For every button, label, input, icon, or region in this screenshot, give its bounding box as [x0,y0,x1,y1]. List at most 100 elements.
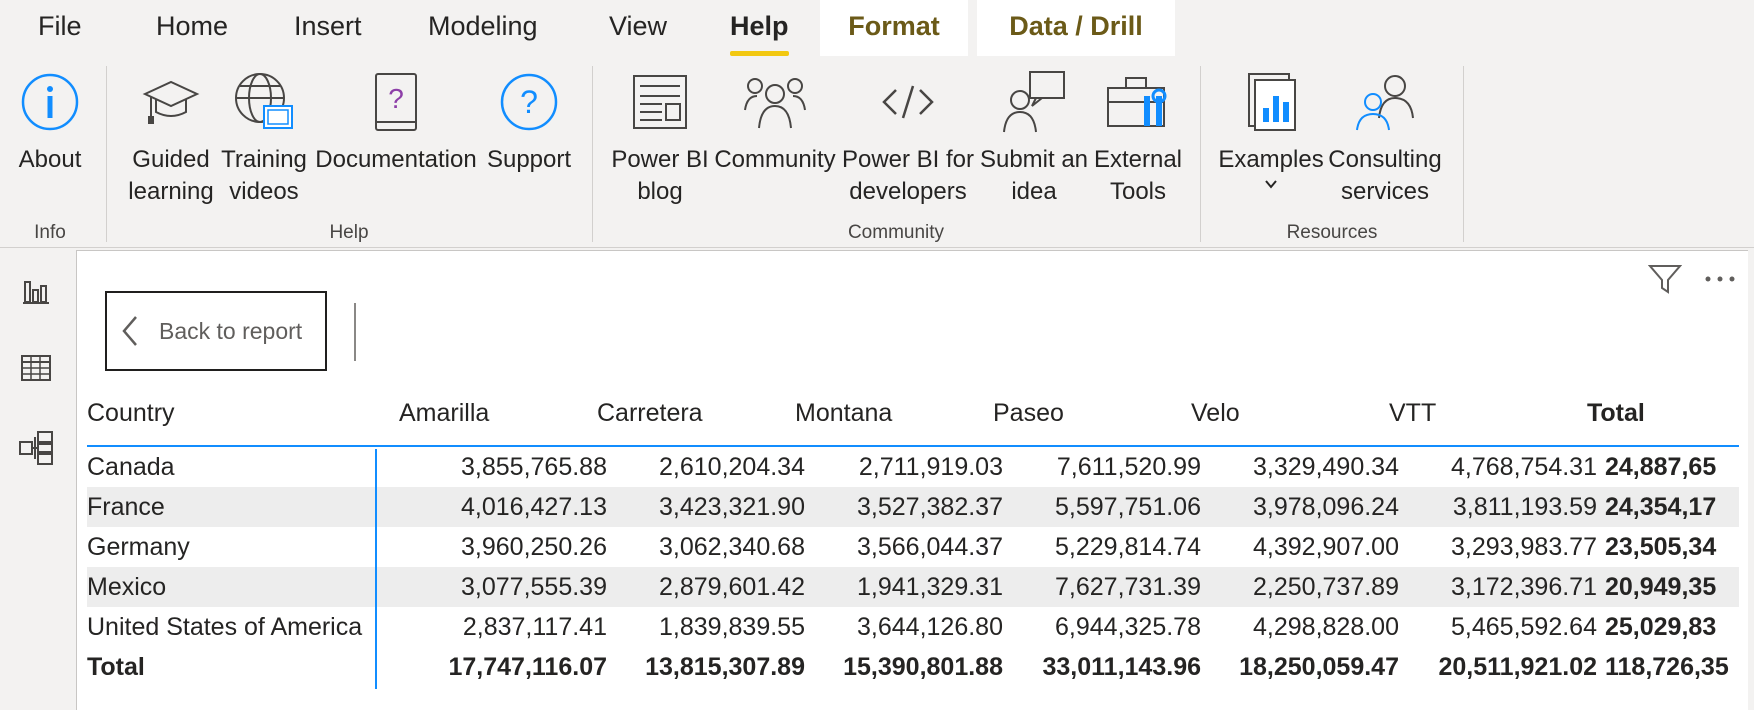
ribbon: About Guided learning Training videos ? … [0,56,1754,248]
about-button[interactable]: About [10,70,90,176]
info-icon [18,70,82,134]
row-header-country: France [87,493,165,521]
power-bi-developers-button[interactable]: Power BI for developers [838,70,978,208]
back-to-report-button[interactable]: Back to report [105,291,327,371]
tab-data-drill[interactable]: Data / Drill [977,0,1175,56]
tab-file[interactable]: File [38,0,82,56]
guided-learning-button[interactable]: Guided learning [124,70,218,208]
row-header-divider [375,449,377,689]
value-cell: 3,293,983.77 [1451,533,1597,561]
column-total-cell: 20,511,921.02 [1438,653,1598,681]
row-total-cell: 24,354,17 [1605,493,1717,521]
value-cell: 5,465,592.64 [1451,613,1597,641]
matrix-row[interactable]: Mexico 3,077,555.39 2,879,601.42 1,941,329.… [87,567,1739,607]
model-view-icon[interactable] [16,428,56,468]
value-cell: 3,855,765.88 [461,453,607,481]
column-header-country[interactable]: Country [87,381,175,445]
data-view-icon[interactable] [16,348,56,388]
row-header-country: Canada [87,453,175,481]
submit-idea-button[interactable]: Submit an idea [978,70,1090,208]
value-cell: 3,423,321.90 [659,493,805,521]
tab-format[interactable]: Format [820,0,968,56]
value-cell: 3,329,490.34 [1253,453,1399,481]
value-cell: 7,627,731.39 [1055,573,1201,601]
examples-button[interactable]: Examples [1214,70,1328,200]
value-cell: 1,941,329.31 [857,573,1003,601]
report-view-icon[interactable] [16,270,56,310]
group-label-info: Info [34,222,66,243]
power-bi-developers-label: Power BI for developers [841,146,975,205]
row-total-cell: 20,949,35 [1605,573,1717,601]
tab-home[interactable]: Home [156,0,228,56]
matrix-row[interactable]: Germany 3,960,250.26 3,062,340.68 3,566,044… [87,527,1739,567]
tab-modeling[interactable]: Modeling [428,0,538,56]
value-cell: 7,611,520.99 [1056,453,1201,481]
graduation-cap-icon [139,70,203,134]
more-options-icon[interactable] [1702,267,1738,291]
consulting-services-button[interactable]: Consulting services [1326,70,1444,208]
row-total-cell: 25,029,83 [1605,613,1717,641]
column-total-cell: 17,747,116.07 [448,653,608,681]
consulting-services-label: Consulting services [1328,146,1442,205]
submit-idea-label: Submit an idea [979,146,1089,205]
value-cell: 3,566,044.37 [857,533,1003,561]
group-separator [106,66,107,242]
tab-view[interactable]: View [609,0,667,56]
report-pages-icon [1239,70,1303,134]
value-cell: 2,837,117.41 [462,613,607,641]
value-cell: 2,610,204.34 [659,453,805,481]
column-header-montana[interactable]: Montana [795,381,892,445]
documentation-button[interactable]: ? Documentation [310,70,482,176]
matrix-row[interactable]: United States of America 2,837,117.41 1,83… [87,607,1739,647]
external-tools-button[interactable]: External Tools [1090,70,1186,208]
community-button[interactable]: Community [712,70,838,176]
value-cell: 3,978,096.24 [1253,493,1399,521]
value-cell: 4,016,427.13 [461,493,607,521]
column-total-cell: 13,815,307.89 [645,653,805,681]
column-header-total[interactable]: Total [1587,381,1645,445]
matrix-total-row[interactable]: Total 17,747,116.07 13,815,307.89 15,390,80… [87,647,1739,687]
globe-video-icon [232,70,296,134]
tab-help[interactable]: Help [730,0,789,56]
report-canvas: Back to report Country Amarilla Carreter… [76,250,1748,710]
value-cell: 3,811,193.59 [1452,493,1597,521]
about-label: About [18,146,82,173]
matrix-row[interactable]: Canada 3,855,765.88 2,610,204.34 2,711,919.… [87,447,1739,487]
grand-total-cell: 118,726,35 [1605,653,1729,681]
column-total-cell: 15,390,801.88 [843,653,1003,681]
back-to-report-label: Back to report [159,317,303,344]
group-label-community: Community [847,222,945,243]
matrix-row[interactable]: France 4,016,427.13 3,423,321.90 3,527,382.… [87,487,1739,527]
column-header-amarilla[interactable]: Amarilla [399,381,489,445]
value-cell: 2,250,737.89 [1253,573,1399,601]
people-icon [743,70,807,134]
svg-text:?: ? [520,84,538,120]
value-cell: 5,229,814.74 [1055,533,1201,561]
tab-insert[interactable]: Insert [294,0,362,56]
value-cell: 1,839,839.55 [659,613,805,641]
group-separator [1463,66,1464,242]
filter-icon[interactable] [1647,261,1683,297]
svg-text:?: ? [388,83,404,114]
row-header-country: Germany [87,533,190,561]
value-cell: 3,960,250.26 [461,533,607,561]
value-cell: 5,597,751.06 [1055,493,1201,521]
column-header-paseo[interactable]: Paseo [993,381,1064,445]
training-videos-button[interactable]: Training videos [218,70,310,208]
toolbox-icon [1106,70,1170,134]
training-videos-label: Training videos [221,146,307,205]
support-label: Support [486,146,572,173]
value-cell: 4,392,907.00 [1253,533,1399,561]
column-total-cell: 18,250,059.47 [1239,653,1399,681]
support-button[interactable]: ? Support [482,70,576,176]
power-bi-blog-button[interactable]: Power BI blog [606,70,714,208]
group-separator [1200,66,1201,242]
guided-learning-label: Guided learning [128,146,214,205]
documentation-label: Documentation [315,146,477,173]
matrix-header-row: Country Amarilla Carretera Montana Paseo… [87,381,1739,447]
ribbon-tabs: File Home Insert Modeling View Help Form… [0,0,1754,56]
column-header-vtt[interactable]: VTT [1389,381,1436,445]
column-header-carretera[interactable]: Carretera [597,381,703,445]
column-header-velo[interactable]: Velo [1191,381,1240,445]
value-cell: 3,172,396.71 [1451,573,1597,601]
